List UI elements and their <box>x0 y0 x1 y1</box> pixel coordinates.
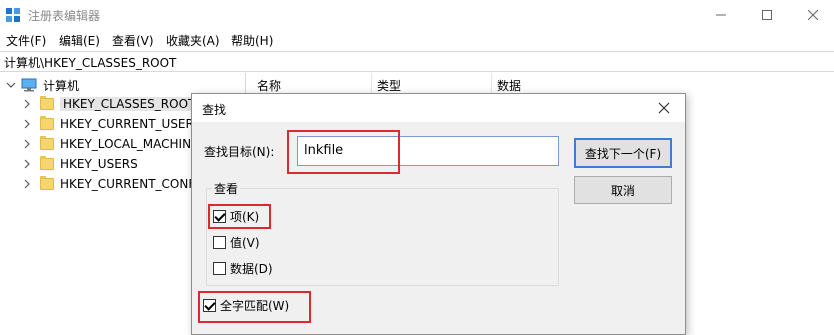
menu-edit[interactable]: 编辑(E) <box>59 32 100 49</box>
chevron-right-icon[interactable] <box>22 179 32 189</box>
tree-root-label: 计算机 <box>43 78 80 93</box>
tree-item-label: HKEY_LOCAL_MACHINE <box>60 137 199 151</box>
list-header: 名称 类型 数据 <box>247 73 834 93</box>
column-name[interactable]: 名称 <box>257 77 281 94</box>
dialog-close-icon[interactable] <box>656 100 672 116</box>
values-checkbox[interactable] <box>213 235 226 249</box>
address-bar[interactable]: 计算机\HKEY_CLASSES_ROOT <box>0 51 834 72</box>
folder-icon <box>40 116 54 130</box>
find-target-label: 查找目标(N): <box>204 145 275 159</box>
chevron-down-icon[interactable] <box>6 80 16 90</box>
tree-root[interactable]: 计算机 <box>6 75 79 95</box>
column-data[interactable]: 数据 <box>497 77 521 94</box>
chevron-right-icon[interactable] <box>22 159 32 169</box>
view-group-title: 查看 <box>212 180 241 197</box>
highlight-box-keys <box>208 204 271 229</box>
folder-icon <box>40 96 54 110</box>
option-values[interactable]: 值(V) <box>213 234 260 250</box>
folder-icon <box>40 136 54 150</box>
close-button[interactable] <box>790 0 834 30</box>
data-checkbox-label: 数据(D) <box>230 261 273 276</box>
folder-icon <box>40 176 54 190</box>
tree-item-hku[interactable]: HKEY_USERS <box>22 154 138 174</box>
folder-icon <box>40 156 54 170</box>
find-next-button[interactable]: 查找下一个(F) <box>574 138 672 168</box>
computer-icon <box>21 78 37 92</box>
maximize-button[interactable] <box>744 0 790 30</box>
menu-view[interactable]: 查看(V) <box>112 32 154 49</box>
tree-item-label: HKEY_CURRENT_CONFIG <box>60 177 209 191</box>
tree-item-hkcr[interactable]: HKEY_CLASSES_ROOT <box>22 94 199 114</box>
close-icon <box>808 10 818 20</box>
menu-favorites[interactable]: 收藏夹(A) <box>166 32 220 49</box>
tree-item-hklm[interactable]: HKEY_LOCAL_MACHINE <box>22 134 199 154</box>
data-checkbox[interactable] <box>213 261 226 275</box>
tree-item-hkcc[interactable]: HKEY_CURRENT_CONFIG <box>22 174 208 194</box>
cancel-button[interactable]: 取消 <box>574 176 672 204</box>
tree-item-label: HKEY_CLASSES_ROOT <box>60 97 199 111</box>
minimize-icon <box>716 14 726 16</box>
tree-item-hkcu[interactable]: HKEY_CURRENT_USER <box>22 114 194 134</box>
column-divider[interactable] <box>491 73 492 93</box>
menu-help[interactable]: 帮助(H) <box>231 32 273 49</box>
highlight-box-find-target <box>287 130 400 174</box>
values-checkbox-label: 值(V) <box>230 235 260 250</box>
tree-item-label: HKEY_CURRENT_USER <box>60 117 194 131</box>
menu-file[interactable]: 文件(F) <box>6 32 46 49</box>
address-path: 计算机\HKEY_CLASSES_ROOT <box>4 56 177 70</box>
highlight-box-whole-match <box>198 291 311 323</box>
menu-bar: 文件(F) 编辑(E) 查看(V) 收藏夹(A) 帮助(H) <box>0 30 834 50</box>
title-bar: 注册表编辑器 <box>0 0 834 30</box>
tree-item-label: HKEY_USERS <box>60 157 138 171</box>
maximize-icon <box>762 10 772 20</box>
option-data[interactable]: 数据(D) <box>213 260 273 276</box>
find-dialog: 查找 查找目标(N): lnkfile 查找下一个(F) 取消 查看 项(K) … <box>191 93 686 335</box>
regedit-app-icon <box>6 8 20 22</box>
column-type[interactable]: 类型 <box>377 77 401 94</box>
dialog-title-bar: 查找 <box>192 94 685 122</box>
window-title: 注册表编辑器 <box>28 9 101 23</box>
chevron-right-icon[interactable] <box>22 99 32 109</box>
chevron-right-icon[interactable] <box>22 139 32 149</box>
dialog-title: 查找 <box>202 103 227 117</box>
minimize-button[interactable] <box>698 0 744 30</box>
chevron-right-icon[interactable] <box>22 119 32 129</box>
column-divider[interactable] <box>371 73 372 93</box>
